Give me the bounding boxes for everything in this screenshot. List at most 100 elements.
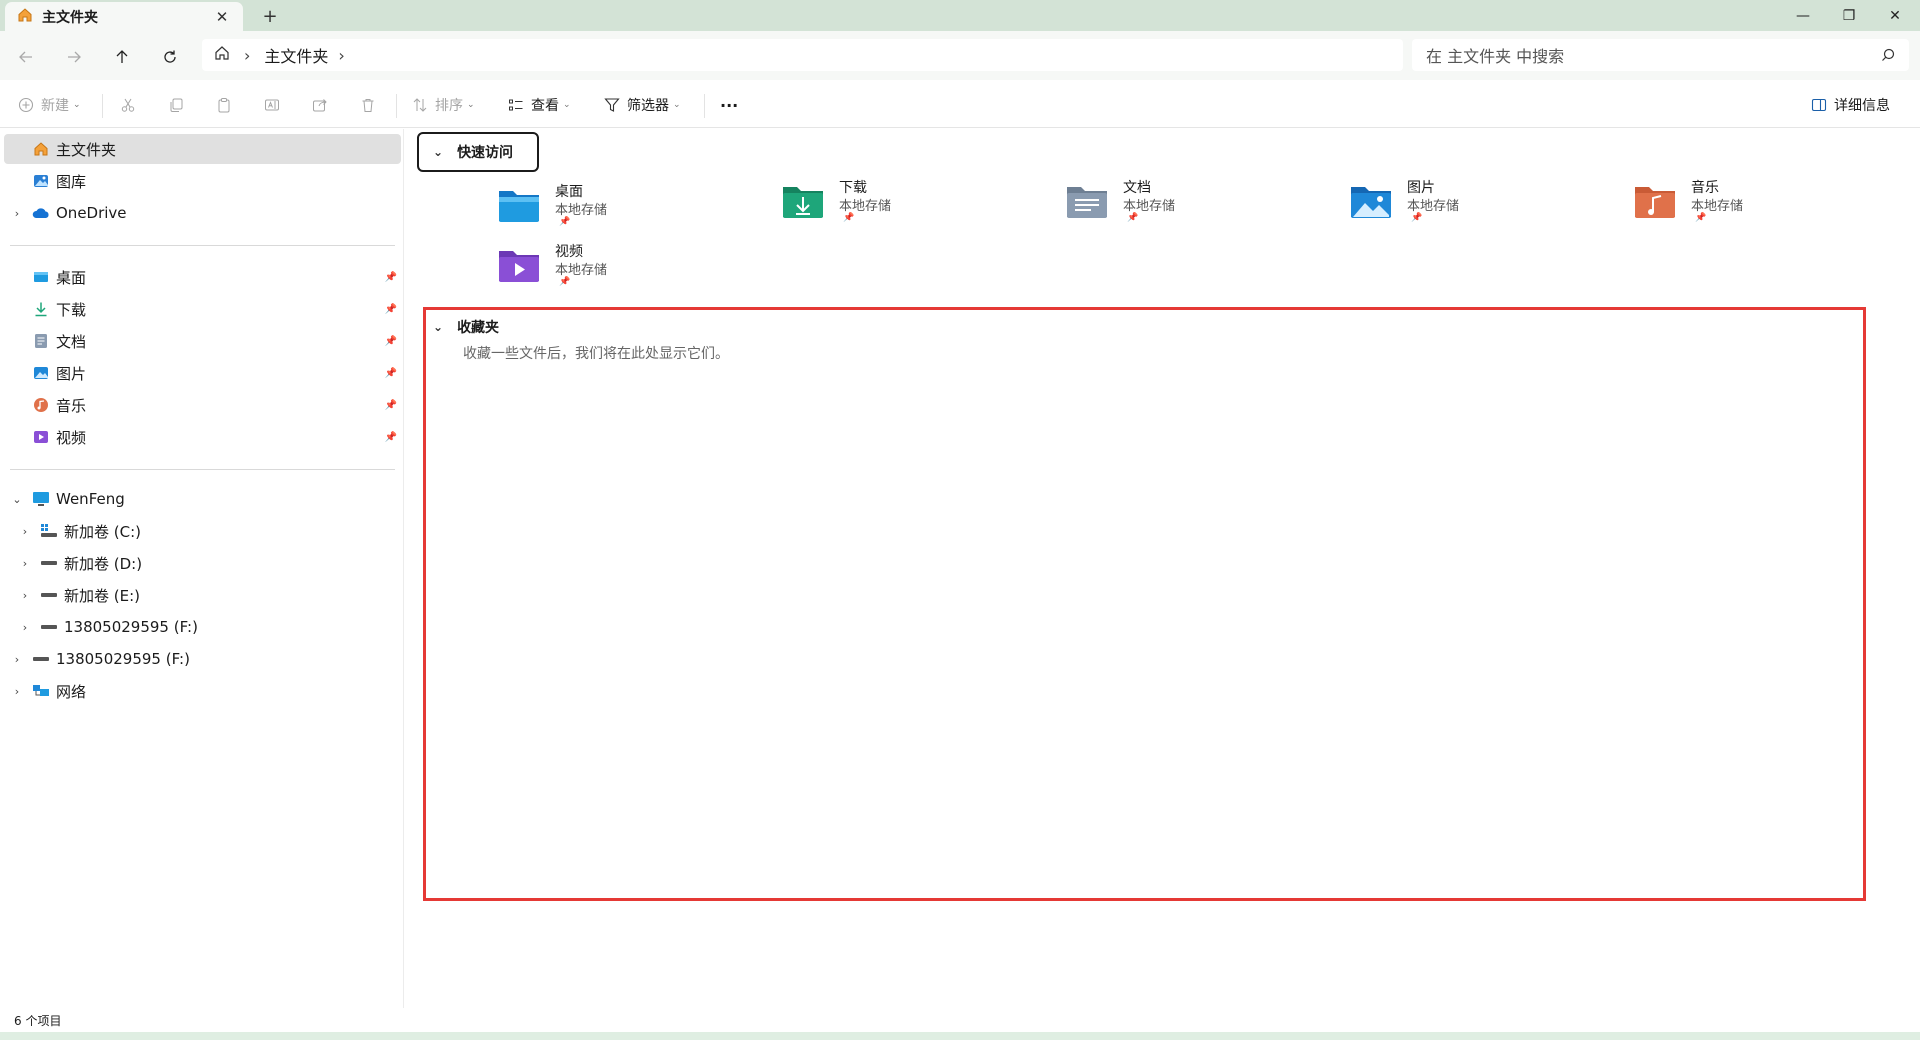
pin-icon[interactable]: 📌: [385, 272, 397, 283]
favorites-header[interactable]: ⌄ 收藏夹: [433, 315, 499, 339]
drive-icon: [40, 554, 58, 572]
title-bar: 主文件夹 ✕ + — ❐ ✕: [0, 0, 1920, 31]
pictures-icon: [32, 364, 50, 382]
chevron-down-icon[interactable]: ⌄: [10, 493, 24, 506]
share-button[interactable]: [312, 92, 328, 118]
sidebar-item-label: 音乐: [56, 396, 87, 415]
sidebar-item-drive-c[interactable]: › 新加卷 (C:): [4, 516, 401, 546]
chevron-right-icon[interactable]: ›: [18, 557, 32, 570]
refresh-button[interactable]: [154, 41, 186, 73]
quick-access-header[interactable]: ⌄ 快速访问: [417, 132, 539, 172]
paste-icon: [218, 98, 230, 113]
chevron-down-icon: ⌄: [73, 100, 81, 110]
breadcrumb-home-folder[interactable]: 主文件夹: [264, 43, 328, 67]
sidebar-item-downloads[interactable]: 下载 📌: [4, 294, 401, 324]
tile-name: 视频: [555, 244, 583, 260]
share-icon: [313, 99, 327, 112]
details-pane-button[interactable]: 详细信息: [1811, 92, 1890, 118]
chevron-down-icon[interactable]: ⌄: [433, 145, 443, 159]
sidebar-item-onedrive[interactable]: › OneDrive: [4, 198, 401, 228]
sidebar-item-network[interactable]: › 网络: [4, 676, 401, 706]
drive-icon: [40, 618, 58, 636]
home-icon[interactable]: [214, 45, 230, 65]
new-button[interactable]: 新建 ⌄: [18, 92, 81, 118]
favorites-empty-message: 收藏一些文件后，我们将在此处显示它们。: [463, 346, 729, 362]
minimize-button[interactable]: —: [1780, 0, 1826, 31]
pin-icon[interactable]: 📌: [385, 432, 397, 443]
breadcrumb[interactable]: › 主文件夹 ›: [202, 39, 1403, 71]
rename-button[interactable]: [264, 92, 280, 118]
trash-icon: [362, 99, 374, 112]
chevron-right-icon[interactable]: ›: [18, 525, 32, 538]
sidebar-item-gallery[interactable]: 图库: [4, 166, 401, 196]
chevron-right-icon[interactable]: ›: [10, 685, 24, 698]
chevron-down-icon: ⌄: [563, 100, 571, 110]
chevron-right-icon[interactable]: ›: [338, 46, 344, 65]
sidebar-item-label: 主文件夹: [56, 140, 117, 159]
view-button[interactable]: 查看 ⌄: [508, 92, 571, 118]
toolbar-divider: [396, 94, 397, 118]
chevron-right-icon[interactable]: ›: [10, 207, 24, 220]
maximize-button[interactable]: ❐: [1826, 0, 1872, 31]
chevron-right-icon[interactable]: ›: [18, 621, 32, 634]
paste-button[interactable]: [216, 92, 232, 118]
quick-access-title: 快速访问: [457, 145, 514, 161]
tile-subtitle: 本地存储: [555, 203, 608, 218]
network-icon: [32, 682, 50, 700]
tab-home-folder[interactable]: 主文件夹 ✕: [5, 2, 243, 31]
chevron-down-icon[interactable]: ⌄: [433, 320, 443, 334]
quick-access-videos[interactable]: 视频 本地存储 📌: [497, 237, 737, 297]
cut-button[interactable]: [120, 92, 136, 118]
sidebar-item-drive-f[interactable]: › 13805029595 (F:): [4, 612, 401, 642]
tab-close-button[interactable]: ✕: [211, 6, 233, 28]
sidebar-item-home[interactable]: 主文件夹: [4, 134, 401, 164]
sidebar-item-documents[interactable]: 文档 📌: [4, 326, 401, 356]
gallery-icon: [32, 172, 50, 190]
sidebar-item-music[interactable]: 音乐 📌: [4, 390, 401, 420]
close-window-button[interactable]: ✕: [1872, 0, 1918, 31]
chevron-right-icon[interactable]: ›: [10, 653, 24, 666]
copy-button[interactable]: [168, 92, 184, 118]
tile-name: 文档: [1123, 180, 1151, 196]
sort-button[interactable]: 排序 ⌄: [412, 92, 475, 118]
pin-icon[interactable]: 📌: [385, 304, 397, 315]
sidebar-item-pictures[interactable]: 图片 📌: [4, 358, 401, 388]
sidebar-item-label: 图库: [56, 172, 87, 191]
sidebar-item-removable-f[interactable]: › 13805029595 (F:): [4, 644, 401, 674]
plus-circle-icon: [18, 97, 34, 113]
sidebar-item-this-pc[interactable]: ⌄ WenFeng: [4, 484, 401, 514]
pin-icon[interactable]: 📌: [385, 400, 397, 411]
quick-access-music[interactable]: 音乐 本地存储 📌: [1633, 173, 1873, 233]
sidebar-item-drive-e[interactable]: › 新加卷 (E:): [4, 580, 401, 610]
delete-button[interactable]: [360, 92, 376, 118]
arrow-right-icon: [68, 51, 81, 63]
sidebar-item-desktop[interactable]: 桌面 📌: [4, 262, 401, 292]
chevron-right-icon[interactable]: ›: [18, 589, 32, 602]
back-button[interactable]: [10, 41, 42, 73]
home-icon: [32, 140, 50, 158]
quick-access-desktop[interactable]: 桌面 本地存储 📌: [497, 177, 737, 237]
filter-button[interactable]: 筛选器 ⌄: [604, 92, 681, 118]
search-icon: [1882, 48, 1895, 61]
up-button[interactable]: [106, 41, 138, 73]
quick-access-documents[interactable]: 文档 本地存储 📌: [1065, 173, 1305, 233]
computer-icon: [32, 490, 50, 508]
quick-access-downloads[interactable]: 下载 本地存储 📌: [781, 173, 1021, 233]
sidebar-item-drive-d[interactable]: › 新加卷 (D:): [4, 548, 401, 578]
quick-access-pictures[interactable]: 图片 本地存储 📌: [1349, 173, 1589, 233]
search-input[interactable]: 在 主文件夹 中搜索: [1412, 39, 1909, 71]
chevron-right-icon[interactable]: ›: [244, 46, 250, 65]
tile-name: 音乐: [1691, 180, 1719, 196]
new-tab-button[interactable]: +: [258, 4, 282, 28]
more-options-button[interactable]: ···: [720, 92, 738, 118]
pin-icon[interactable]: 📌: [385, 368, 397, 379]
filter-icon: [604, 98, 620, 112]
desktop-icon: [32, 268, 50, 286]
document-icon: [32, 332, 50, 350]
sidebar-item-videos[interactable]: 视频 📌: [4, 422, 401, 452]
forward-button[interactable]: [58, 41, 90, 73]
windows-drive-icon: [40, 522, 58, 540]
chevron-down-icon: ⌄: [467, 100, 475, 110]
sidebar-item-label: 下载: [56, 300, 87, 319]
pin-icon[interactable]: 📌: [385, 336, 397, 347]
